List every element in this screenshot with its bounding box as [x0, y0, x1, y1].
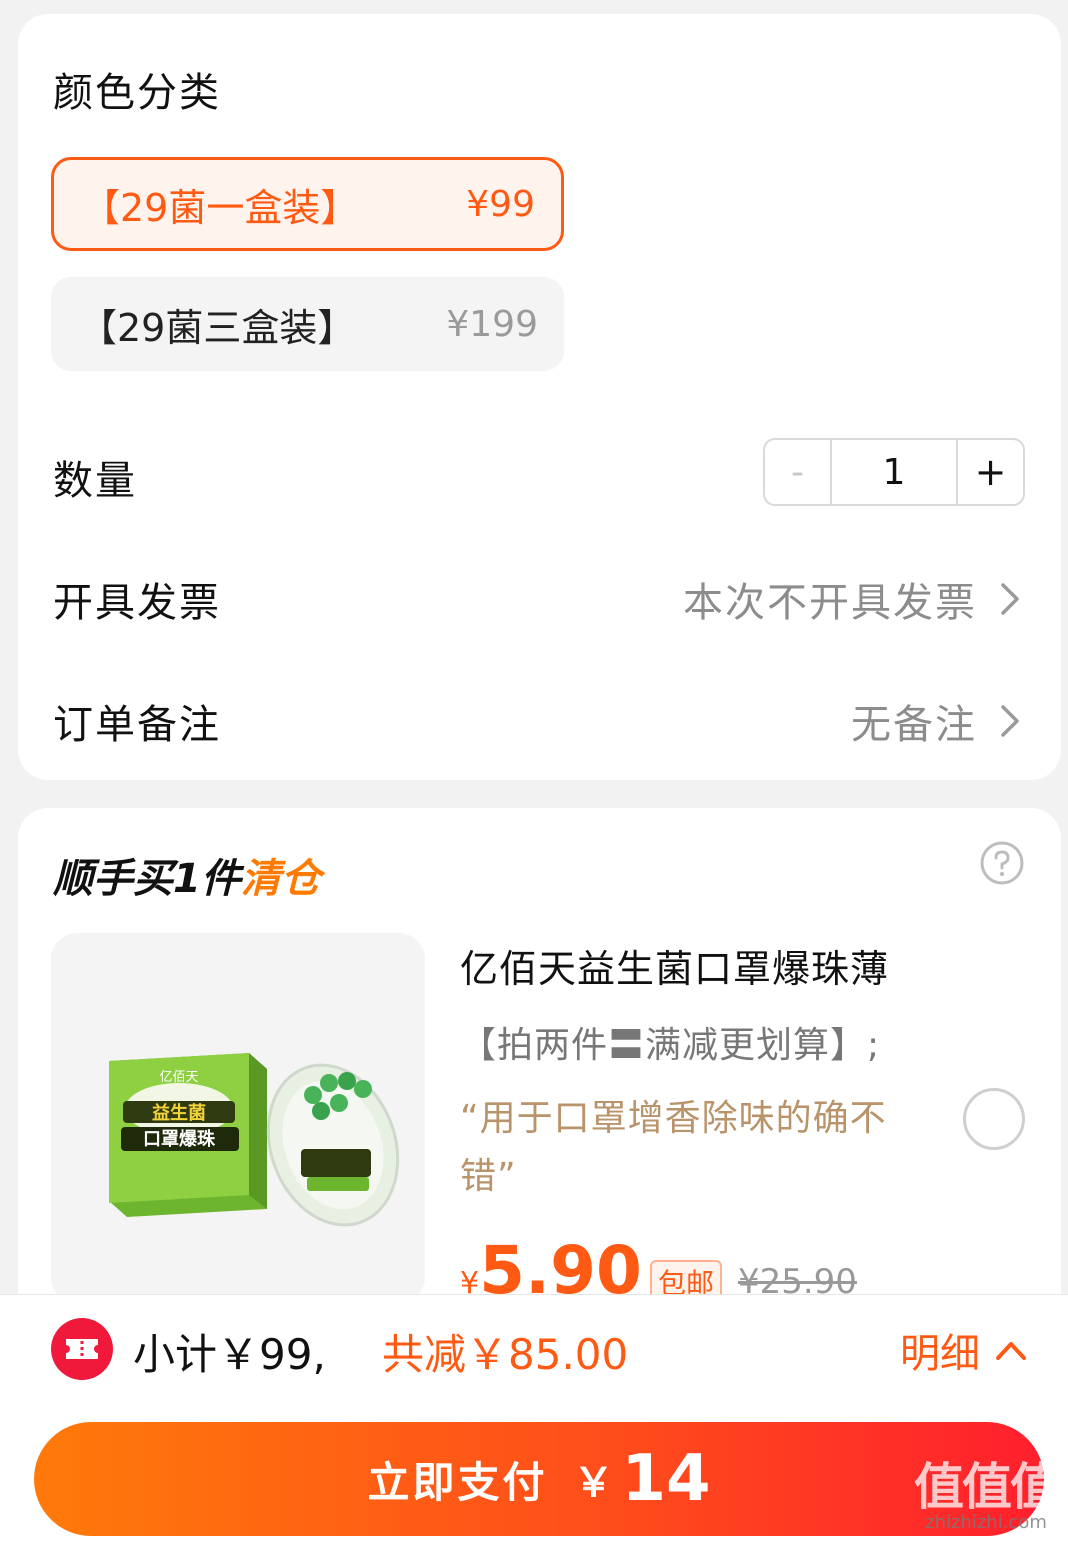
- order-options-card: 颜色分类 【29菌一盒装】 ¥99 【29菌三盒装】 ¥199 数量 - 1 +…: [18, 14, 1061, 780]
- product-name[interactable]: 亿佰天益生菌口罩爆珠薄: [460, 938, 889, 993]
- watermark-url: zhizhizhi.com: [925, 1512, 1047, 1533]
- chevron-right-icon: [1001, 583, 1019, 615]
- price-detail-toggle[interactable]: 明细: [900, 1321, 1028, 1379]
- invoice-value: 本次不开具发票: [683, 580, 977, 626]
- chevron-up-icon: [996, 1342, 1026, 1360]
- variant-option-three-box[interactable]: 【29菌三盒装】 ¥199: [51, 277, 564, 371]
- quantity-value[interactable]: 1: [832, 440, 956, 504]
- coupon-icon: [51, 1318, 113, 1380]
- quantity-label: 数量: [53, 458, 137, 504]
- product-box-illustration: 益生菌 口罩爆珠 亿佰天: [109, 1053, 400, 1227]
- quantity-stepper: - 1 +: [763, 438, 1025, 506]
- remark-selector[interactable]: 无备注: [851, 692, 1025, 750]
- pay-amount: 14: [621, 1442, 711, 1516]
- product-box-brand: 亿佰天: [159, 1070, 198, 1085]
- checkout-bar: 小计￥99, 共减￥85.00 明细 立即支付 ￥ 14: [0, 1294, 1068, 1550]
- invoice-selector[interactable]: 本次不开具发票: [683, 570, 1025, 628]
- help-icon[interactable]: [979, 840, 1025, 886]
- subtotal-text: 小计￥99,: [133, 1330, 326, 1379]
- pay-button-label: 立即支付: [367, 1457, 548, 1507]
- variant-section-title: 颜色分类: [53, 70, 221, 116]
- product-box-line2: 口罩爆珠: [143, 1129, 216, 1150]
- remark-label: 订单备注: [53, 702, 221, 748]
- add-on-title-accent: 清仓: [240, 856, 321, 902]
- variant-label: 【29菌三盒装】: [79, 305, 356, 350]
- add-on-card: 顺手买1件清仓 益生菌 口罩爆珠 亿佰天 亿佰天益生菌口罩爆珠薄 【拍两件〓满减…: [18, 808, 1061, 1368]
- product-promo: 【拍两件〓满减更划算】;: [460, 1025, 881, 1066]
- remark-value: 无备注: [851, 702, 977, 748]
- variant-label: 【29菌一盒装】: [82, 185, 359, 230]
- invoice-label: 开具发票: [53, 580, 221, 626]
- watermark-logo: 值值值: [914, 1458, 1060, 1516]
- pay-currency: ￥: [573, 1460, 614, 1506]
- discount-text: 共减￥85.00: [382, 1330, 629, 1379]
- variant-price: ¥199: [446, 303, 538, 345]
- detail-label: 明细: [900, 1331, 980, 1377]
- pay-now-button[interactable]: 立即支付 ￥ 14: [34, 1422, 1044, 1536]
- variant-option-one-box[interactable]: 【29菌一盒装】 ¥99: [51, 157, 564, 251]
- variant-price: ¥99: [466, 183, 535, 225]
- add-on-title-prefix: 顺手买1件: [53, 856, 241, 902]
- chevron-right-icon: [1001, 705, 1019, 737]
- product-box-line1: 益生菌: [152, 1102, 206, 1124]
- add-on-select-checkbox[interactable]: [963, 1088, 1025, 1150]
- quantity-decrease-button[interactable]: -: [765, 440, 832, 504]
- quantity-increase-button[interactable]: +: [956, 440, 1023, 504]
- product-review-quote: “用于口罩增香除味的确不错”: [460, 1098, 887, 1197]
- product-image[interactable]: 益生菌 口罩爆珠 亿佰天: [51, 933, 425, 1303]
- watermark: 值值值 zhizhizhi.com: [914, 1458, 1060, 1533]
- add-on-title: 顺手买1件清仓: [53, 846, 321, 904]
